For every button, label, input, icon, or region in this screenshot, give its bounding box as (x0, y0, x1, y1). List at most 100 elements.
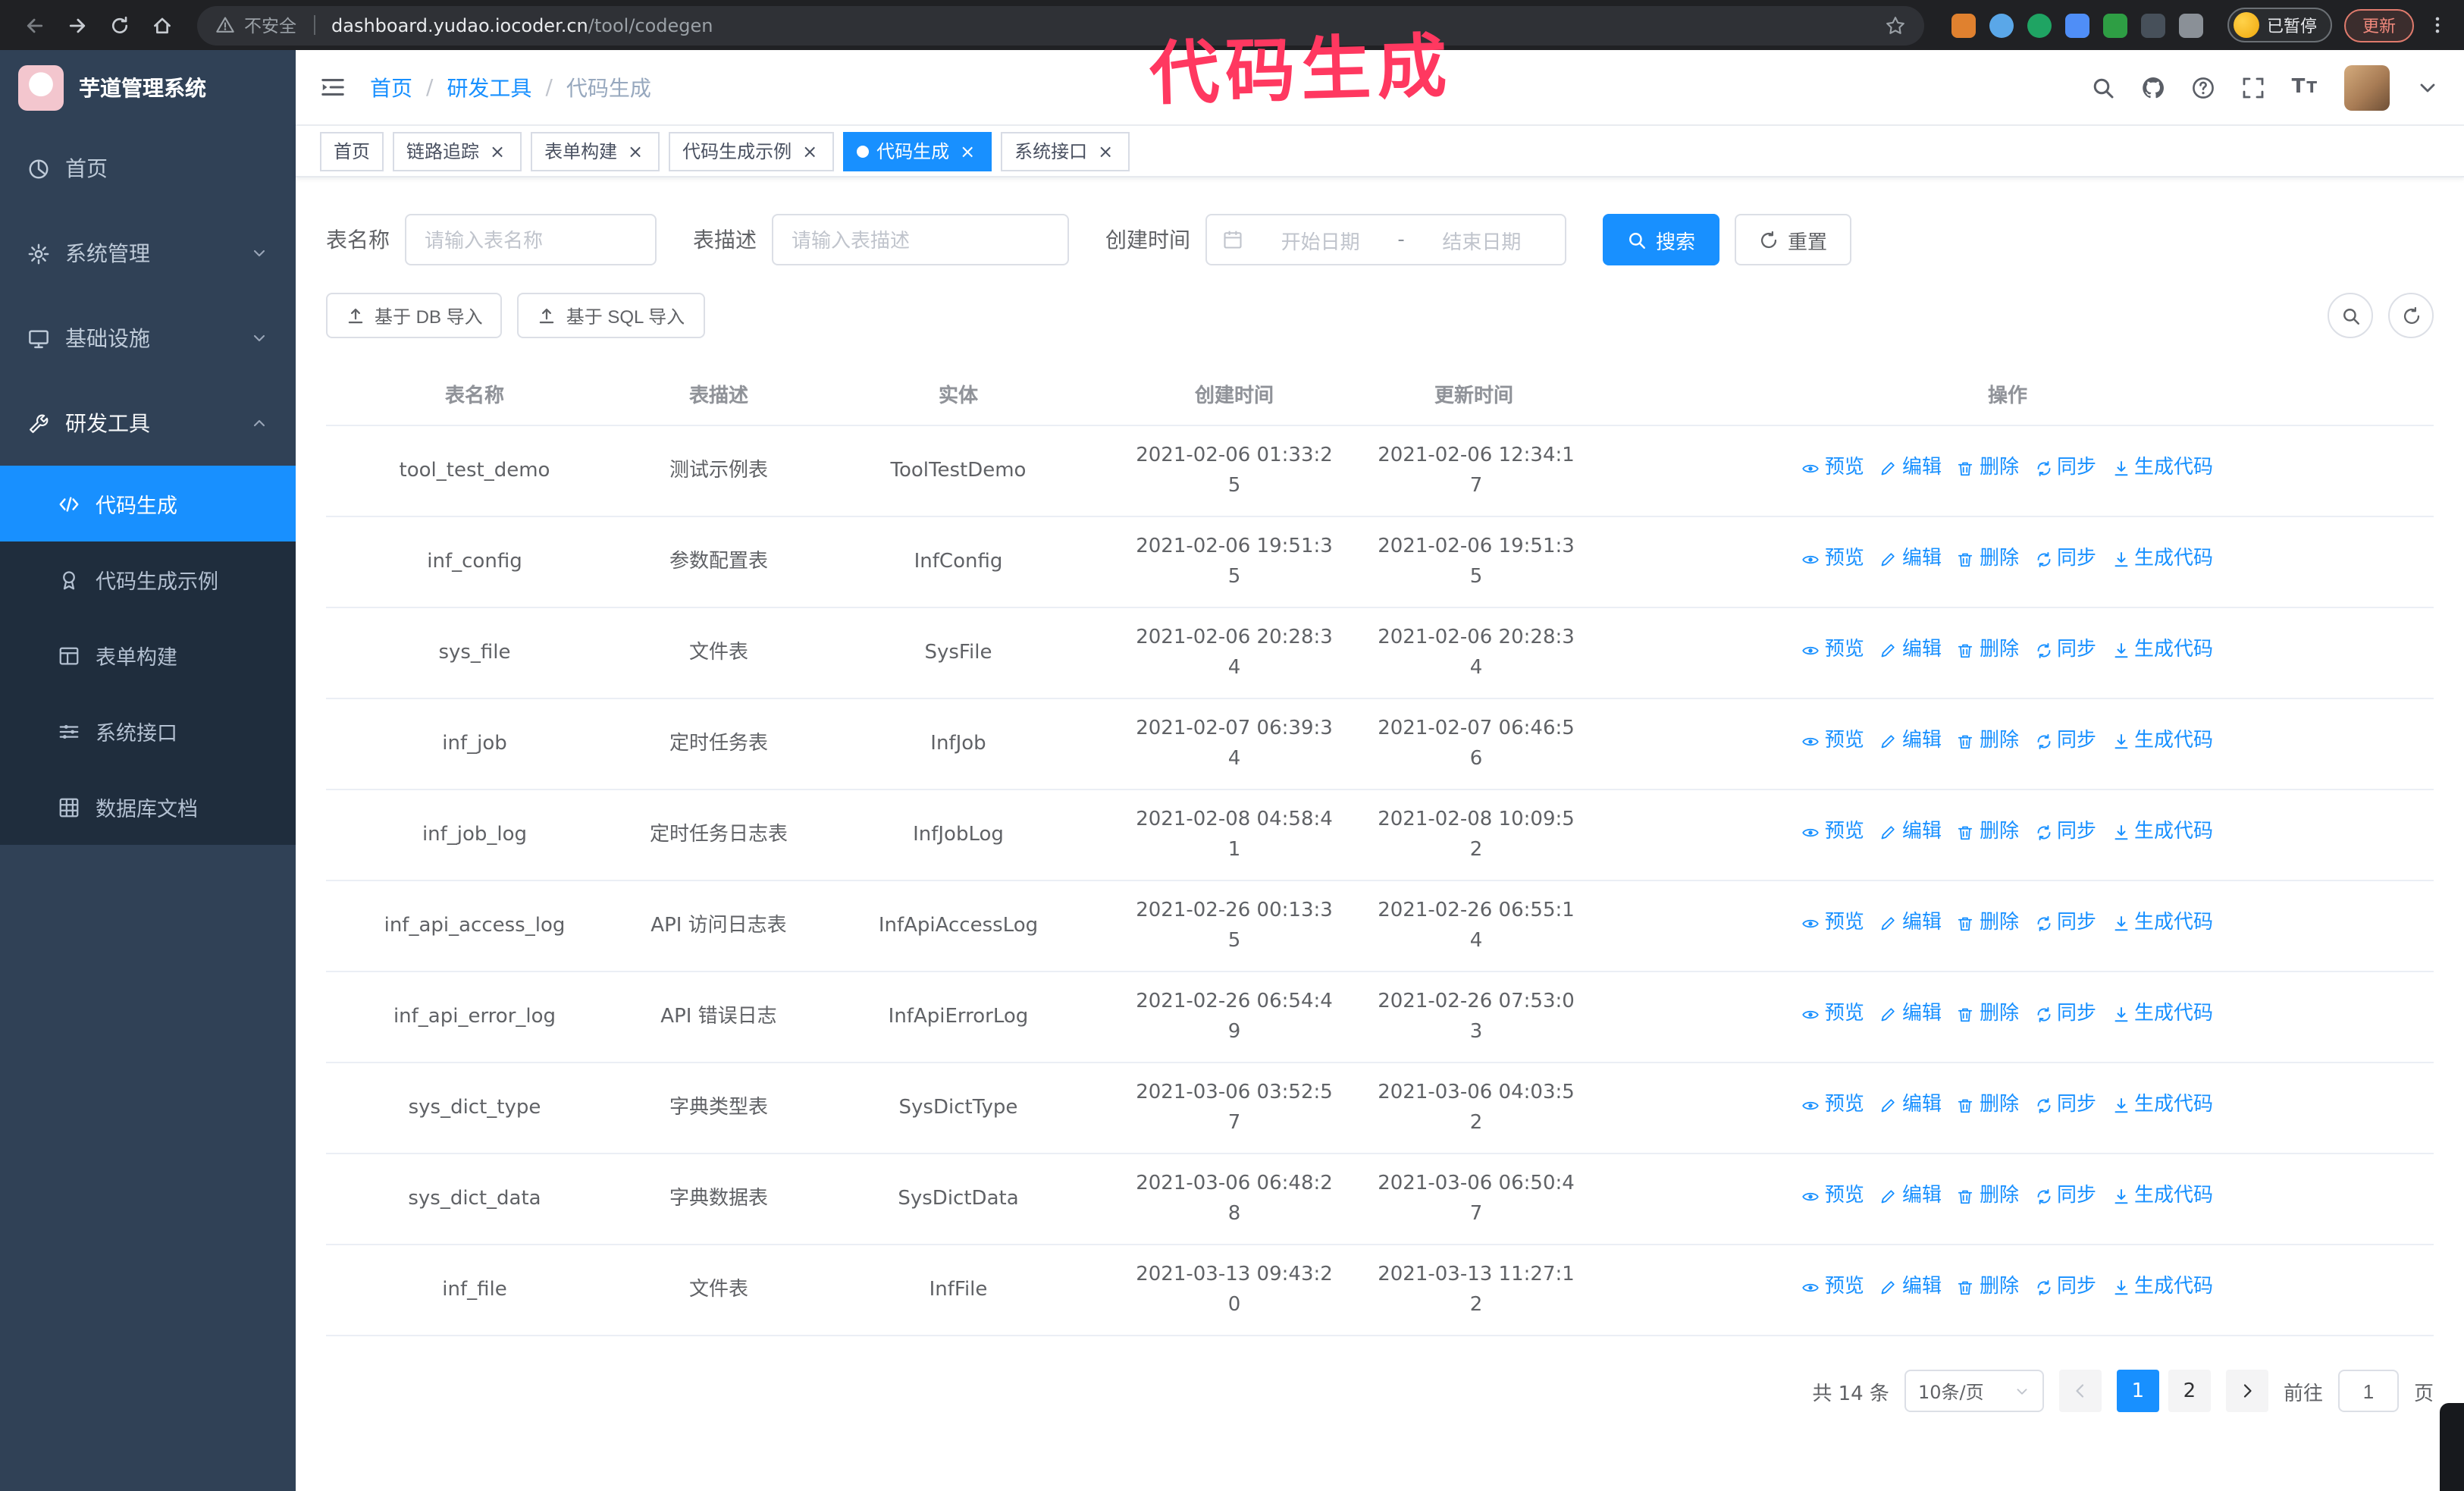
action-sync[interactable]: 同步 (2034, 545, 2096, 575)
action-delete[interactable]: 删除 (1957, 1182, 2019, 1212)
user-avatar[interactable] (2344, 64, 2390, 110)
font-size-icon[interactable]: TT (2292, 76, 2318, 99)
update-button[interactable]: 更新 (2344, 8, 2414, 42)
action-edit[interactable]: 编辑 (1879, 454, 1942, 484)
action-preview[interactable]: 预览 (1802, 909, 1864, 939)
ext-translate-icon[interactable] (2103, 13, 2127, 37)
action-edit[interactable]: 编辑 (1879, 818, 1942, 848)
table-name-input[interactable] (405, 214, 657, 265)
import-sql-button[interactable]: 基于 SQL 导入 (517, 293, 705, 338)
tab-close-icon[interactable]: × (957, 140, 978, 162)
action-edit[interactable]: 编辑 (1879, 909, 1942, 939)
ext-green-check-icon[interactable] (2027, 13, 2052, 37)
action-sync[interactable]: 同步 (2034, 1182, 2096, 1212)
forward-button[interactable] (58, 5, 97, 45)
action-generate[interactable]: 生成代码 (2111, 1091, 2213, 1121)
fullscreen-icon[interactable] (2242, 75, 2266, 99)
table-desc-input[interactable] (772, 214, 1069, 265)
breadcrumb-item[interactable]: 首页 (370, 72, 412, 102)
action-generate[interactable]: 生成代码 (2111, 727, 2213, 757)
app-logo-row[interactable]: 芋道管理系统 (0, 50, 296, 126)
action-preview[interactable]: 预览 (1802, 454, 1864, 484)
action-generate[interactable]: 生成代码 (2111, 454, 2213, 484)
action-generate[interactable]: 生成代码 (2111, 818, 2213, 848)
action-edit[interactable]: 编辑 (1879, 545, 1942, 575)
create-time-range-picker[interactable]: 开始日期 - 结束日期 (1205, 214, 1566, 265)
action-delete[interactable]: 删除 (1957, 454, 2019, 484)
prev-page-button[interactable] (2058, 1370, 2102, 1412)
bookmark-star-icon[interactable] (1885, 14, 1906, 36)
action-edit[interactable]: 编辑 (1879, 636, 1942, 666)
back-button[interactable] (15, 5, 55, 45)
tab-close-icon[interactable]: × (799, 140, 820, 162)
view-tab[interactable]: 代码生成示例 × (669, 131, 835, 171)
profile-chip[interactable]: 已暂停 (2227, 8, 2332, 42)
sidebar-item-codegen-example[interactable]: 代码生成示例 (0, 541, 296, 617)
tab-close-icon[interactable]: × (625, 140, 646, 162)
action-sync[interactable]: 同步 (2034, 1091, 2096, 1121)
action-sync[interactable]: 同步 (2034, 818, 2096, 848)
sidebar-item-devtools[interactable]: 研发工具 (0, 381, 296, 466)
view-tab[interactable]: 代码生成 × (843, 131, 992, 171)
sidebar-item-home[interactable]: 首页 (0, 126, 296, 211)
action-delete[interactable]: 删除 (1957, 1000, 2019, 1030)
action-generate[interactable]: 生成代码 (2111, 545, 2213, 575)
breadcrumb-item[interactable]: 研发工具 (447, 72, 531, 102)
goto-page-input[interactable] (2337, 1370, 2399, 1412)
search-icon[interactable] (2092, 75, 2116, 99)
action-generate[interactable]: 生成代码 (2111, 1182, 2213, 1212)
action-preview[interactable]: 预览 (1802, 1273, 1864, 1303)
toggle-search-button[interactable] (2328, 293, 2373, 338)
address-bar[interactable]: 不安全 dashboard.yudao.iocoder.cn/tool/code… (197, 5, 1924, 45)
next-page-button[interactable] (2225, 1370, 2268, 1412)
action-edit[interactable]: 编辑 (1879, 1000, 1942, 1030)
action-delete[interactable]: 删除 (1957, 1091, 2019, 1121)
action-sync[interactable]: 同步 (2034, 1000, 2096, 1030)
action-generate[interactable]: 生成代码 (2111, 1273, 2213, 1303)
sidebar-item-infra[interactable]: 基础设施 (0, 296, 296, 381)
search-button[interactable]: 搜索 (1603, 214, 1720, 265)
action-edit[interactable]: 编辑 (1879, 1182, 1942, 1212)
action-delete[interactable]: 删除 (1957, 1273, 2019, 1303)
action-preview[interactable]: 预览 (1802, 727, 1864, 757)
home-button[interactable] (143, 5, 182, 45)
action-preview[interactable]: 预览 (1802, 818, 1864, 848)
tab-close-icon[interactable]: × (1095, 140, 1116, 162)
view-tab[interactable]: 链路追踪 × (393, 131, 522, 171)
ext-dark-icon[interactable] (2141, 13, 2165, 37)
action-preview[interactable]: 预览 (1802, 636, 1864, 666)
action-sync[interactable]: 同步 (2034, 727, 2096, 757)
ext-orange-icon[interactable] (1951, 13, 1976, 37)
action-sync[interactable]: 同步 (2034, 1273, 2096, 1303)
tab-close-icon[interactable]: × (487, 140, 508, 162)
action-sync[interactable]: 同步 (2034, 909, 2096, 939)
action-delete[interactable]: 删除 (1957, 636, 2019, 666)
ext-people-icon[interactable] (2065, 13, 2089, 37)
view-tab[interactable]: 首页 (320, 131, 384, 171)
ext-puzzle-icon[interactable] (2179, 13, 2203, 37)
action-sync[interactable]: 同步 (2034, 636, 2096, 666)
action-preview[interactable]: 预览 (1802, 1091, 1864, 1121)
sidebar-item-codegen[interactable]: 代码生成 (0, 466, 296, 541)
sidebar-item-db-doc[interactable]: 数据库文档 (0, 769, 296, 845)
action-delete[interactable]: 删除 (1957, 909, 2019, 939)
view-tab[interactable]: 系统接口 × (1001, 131, 1130, 171)
chevron-down-icon[interactable] (2415, 75, 2440, 99)
action-sync[interactable]: 同步 (2034, 454, 2096, 484)
action-preview[interactable]: 预览 (1802, 1182, 1864, 1212)
action-generate[interactable]: 生成代码 (2111, 1000, 2213, 1030)
ext-drop-icon[interactable] (1989, 13, 2014, 37)
action-generate[interactable]: 生成代码 (2111, 909, 2213, 939)
action-preview[interactable]: 预览 (1802, 1000, 1864, 1030)
page-size-select[interactable]: 10条/页 (1904, 1370, 2044, 1412)
action-edit[interactable]: 编辑 (1879, 1273, 1942, 1303)
action-preview[interactable]: 预览 (1802, 545, 1864, 575)
sidebar-item-system[interactable]: 系统管理 (0, 211, 296, 296)
action-edit[interactable]: 编辑 (1879, 1091, 1942, 1121)
action-delete[interactable]: 删除 (1957, 818, 2019, 848)
action-delete[interactable]: 删除 (1957, 545, 2019, 575)
reload-button[interactable] (100, 5, 140, 45)
sidebar-toggle-button[interactable] (320, 74, 346, 100)
page-button-2[interactable]: 2 (2168, 1370, 2211, 1412)
import-db-button[interactable]: 基于 DB 导入 (326, 293, 503, 338)
